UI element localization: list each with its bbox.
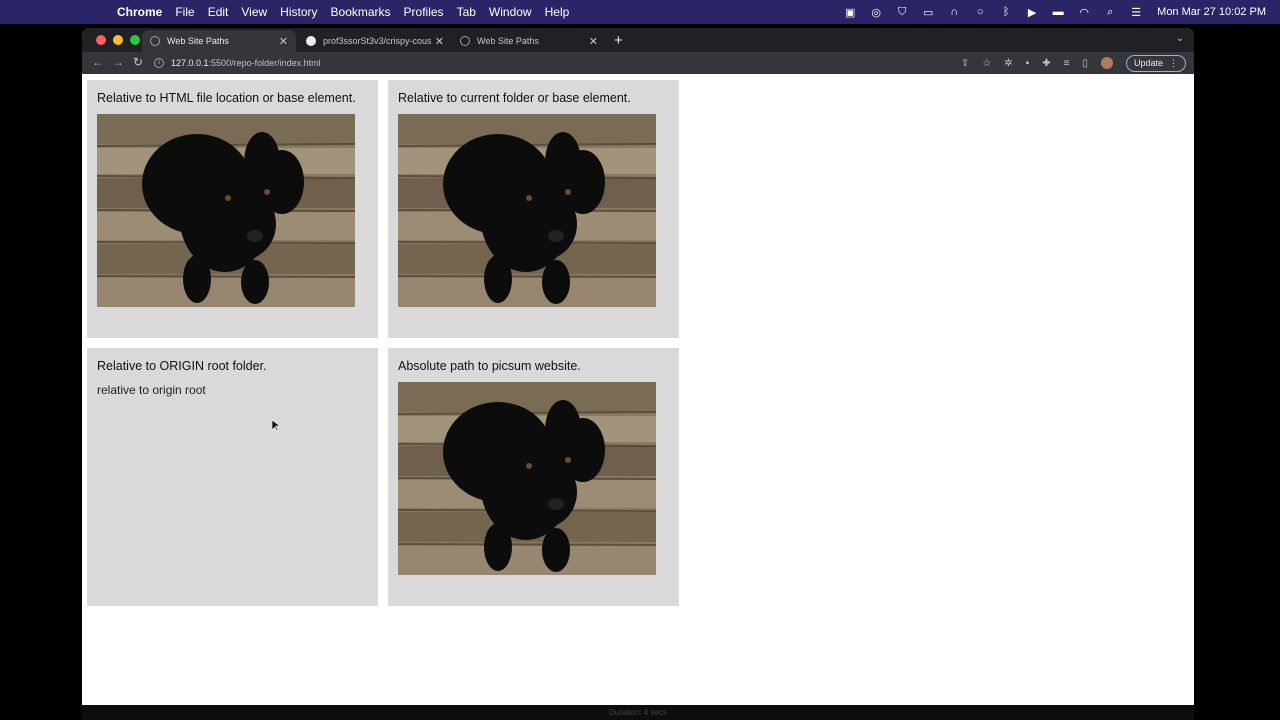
- card-caption: Relative to current folder or base eleme…: [398, 91, 631, 105]
- url-path: :5500/repo-folder/index.html: [208, 58, 321, 68]
- tab-title: prof3ssorSt3v3/crispy-couscous: [323, 36, 431, 46]
- close-tab-icon[interactable]: ✕: [589, 35, 598, 48]
- screen-record-icon[interactable]: ▣: [843, 5, 857, 19]
- forward-arrow-icon[interactable]: →: [112, 55, 124, 69]
- tab-web-site-paths[interactable]: Web Site Paths ✕: [452, 30, 606, 52]
- menu-window[interactable]: Window: [489, 5, 532, 19]
- spotlight-search-icon[interactable]: ⌕: [1103, 5, 1117, 19]
- card-relative-html: Relative to HTML file location or base e…: [87, 80, 378, 338]
- mouse-cursor-icon: [272, 420, 280, 432]
- extension-gear-icon[interactable]: ✲: [1004, 58, 1012, 69]
- play-icon[interactable]: ▶: [1025, 5, 1039, 19]
- globe-icon: [460, 36, 470, 46]
- extensions-puzzle-icon[interactable]: ✚: [1042, 58, 1050, 69]
- menu-tab[interactable]: Tab: [457, 5, 476, 19]
- display-icon[interactable]: ▭: [921, 5, 935, 19]
- tab-web-site-paths-active[interactable]: Web Site Paths ✕: [142, 30, 296, 52]
- tab-title: Web Site Paths: [167, 36, 229, 46]
- address-bar[interactable]: i 127.0.0.1 :5500/repo-folder/index.html: [154, 54, 954, 72]
- close-window-button[interactable]: [96, 35, 106, 45]
- share-icon[interactable]: ⇪: [961, 58, 969, 69]
- update-label: Update: [1133, 58, 1163, 68]
- status-area: ▣ ◎ ⛉ ▭ ∩ ○ ᛒ ▶ ▬ ◠ ⌕ ☰ Mon Mar 27 10:02…: [843, 0, 1266, 24]
- reading-list-icon[interactable]: ≡: [1064, 58, 1070, 69]
- globe-icon: [150, 36, 160, 46]
- card-absolute-picsum: Absolute path to picsum website.: [388, 348, 679, 606]
- card-relative-current-folder: Relative to current folder or base eleme…: [388, 80, 679, 338]
- control-center-icon[interactable]: ☰: [1129, 5, 1143, 19]
- dog-photo: [398, 382, 656, 575]
- menu-bookmarks[interactable]: Bookmarks: [331, 5, 391, 19]
- tab-title: Web Site Paths: [477, 36, 539, 46]
- update-button[interactable]: Update ⋮: [1125, 54, 1186, 72]
- vpn-shield-icon[interactable]: ⛉: [895, 5, 909, 19]
- window-controls: [96, 35, 140, 45]
- side-panel-icon[interactable]: ▯: [1082, 58, 1088, 69]
- back-arrow-icon[interactable]: ←: [92, 55, 104, 69]
- extension-badge-icon[interactable]: ▪: [1026, 58, 1030, 69]
- menu-view[interactable]: View: [241, 5, 267, 19]
- browser-toolbar: ← → ↻ i 127.0.0.1 :5500/repo-folder/inde…: [82, 52, 1194, 74]
- new-tab-button[interactable]: +: [614, 32, 623, 49]
- dog-photo: [97, 114, 355, 307]
- page-viewport: Relative to HTML file location or base e…: [82, 75, 1194, 705]
- headphones-icon[interactable]: ∩: [947, 5, 961, 19]
- bluetooth-icon[interactable]: ᛒ: [999, 5, 1013, 19]
- card-caption: Relative to ORIGIN root folder.: [97, 359, 267, 373]
- battery-icon[interactable]: ▬: [1051, 5, 1065, 19]
- menu-profiles[interactable]: Profiles: [404, 5, 444, 19]
- macos-menu-bar: Chrome File Edit View History Bookmarks …: [0, 0, 1280, 24]
- recording-duration: Duration: 4 secs: [609, 708, 667, 717]
- minimize-window-button[interactable]: [113, 35, 123, 45]
- menu-app-name[interactable]: Chrome: [117, 5, 162, 19]
- site-info-icon[interactable]: i: [154, 58, 164, 68]
- card-relative-origin-root: Relative to ORIGIN root folder. relative…: [87, 348, 378, 606]
- tab-search-chevron-icon[interactable]: ⌄: [1176, 33, 1184, 44]
- close-tab-icon[interactable]: ✕: [435, 35, 444, 48]
- menu-history[interactable]: History: [280, 5, 317, 19]
- tab-github-repo[interactable]: prof3ssorSt3v3/crispy-couscous ✕: [298, 30, 452, 52]
- bookmark-star-icon[interactable]: ☆: [982, 58, 991, 69]
- card-caption: Absolute path to picsum website.: [398, 359, 581, 373]
- kebab-menu-icon[interactable]: ⋮: [1169, 58, 1178, 69]
- dog-photo: [398, 114, 656, 307]
- toolbar-actions: ⇪ ☆ ✲ ▪ ✚ ≡ ▯ Update ⋮: [961, 54, 1186, 72]
- url-host: 127.0.0.1: [171, 58, 209, 68]
- broken-image: relative to origin root: [97, 383, 368, 397]
- browser-window: Web Site Paths ✕ prof3ssorSt3v3/crispy-c…: [82, 28, 1194, 705]
- recording-bar: Duration: 4 secs: [82, 705, 1194, 720]
- card-caption: Relative to HTML file location or base e…: [97, 91, 356, 105]
- focus-icon[interactable]: ○: [973, 5, 987, 19]
- close-tab-icon[interactable]: ✕: [279, 35, 288, 48]
- menu-clock[interactable]: Mon Mar 27 10:02 PM: [1157, 6, 1266, 18]
- zoom-window-button[interactable]: [130, 35, 140, 45]
- reload-icon[interactable]: ↻: [133, 55, 143, 69]
- menu-help[interactable]: Help: [545, 5, 570, 19]
- creative-cloud-icon[interactable]: ◎: [869, 5, 883, 19]
- menu-file[interactable]: File: [175, 5, 194, 19]
- profile-avatar[interactable]: [1100, 57, 1113, 69]
- menu-edit[interactable]: Edit: [208, 5, 229, 19]
- tab-strip: Web Site Paths ✕ prof3ssorSt3v3/crispy-c…: [82, 28, 1194, 52]
- github-icon: [306, 36, 316, 46]
- wifi-icon[interactable]: ◠: [1077, 5, 1091, 19]
- broken-image-alt-text: relative to origin root: [97, 383, 206, 397]
